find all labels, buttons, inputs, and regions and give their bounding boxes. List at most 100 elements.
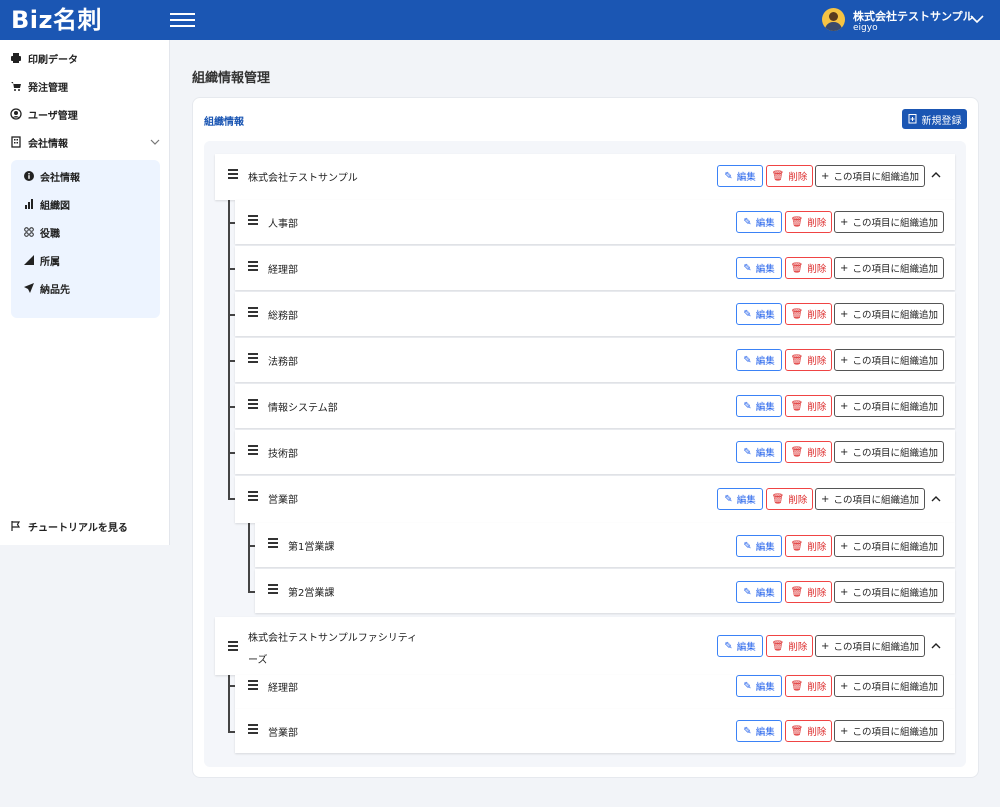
avatar[interactable] [822, 8, 845, 31]
edit-button[interactable]: ✎ 編集 [736, 349, 782, 371]
pencil-icon: ✎ [743, 680, 752, 692]
chevron-down-icon[interactable] [970, 13, 984, 25]
submenu-item-org-chart[interactable]: 組織図 [24, 196, 70, 212]
trash-icon: 🗑 [790, 680, 804, 692]
chevron-down-icon[interactable] [150, 138, 160, 146]
add-child-button[interactable]: + この項目に組織追加 [815, 635, 925, 657]
app-logo[interactable]: Biz名刺 [11, 5, 102, 35]
org-row: 技術部 ✎ 編集 🗑 削除 + この項目に組織追加 [235, 430, 955, 474]
chevron-up-icon[interactable] [931, 171, 941, 179]
edit-button[interactable]: ✎ 編集 [736, 535, 782, 557]
delete-button[interactable]: 🗑 削除 [785, 720, 832, 742]
add-child-button[interactable]: + この項目に組織追加 [834, 395, 944, 417]
submenu-item-company-info[interactable]: 会社情報 [24, 168, 80, 184]
plus-icon: + [840, 216, 849, 228]
delete-button[interactable]: 🗑 削除 [785, 303, 832, 325]
chevron-up-icon[interactable] [931, 642, 941, 650]
edit-button[interactable]: ✎ 編集 [736, 211, 782, 233]
drag-handle-icon[interactable] [248, 399, 258, 409]
menu-toggle-icon[interactable] [170, 12, 195, 28]
plus-icon: + [840, 586, 849, 598]
add-document-icon [908, 114, 916, 124]
trash-icon: 🗑 [771, 170, 785, 182]
pencil-icon: ✎ [743, 400, 752, 412]
delete-button[interactable]: 🗑 削除 [785, 395, 832, 417]
drag-handle-icon[interactable] [228, 641, 238, 651]
edit-button[interactable]: ✎ 編集 [717, 165, 763, 187]
drag-handle-icon[interactable] [248, 491, 258, 501]
org-row: 経理部 ✎ 編集 🗑 削除 + この項目に組織追加 [235, 675, 955, 709]
drag-handle-icon[interactable] [248, 724, 258, 734]
chevron-up-icon[interactable] [931, 495, 941, 503]
edit-button[interactable]: ✎ 編集 [736, 257, 782, 279]
edit-button[interactable]: ✎ 編集 [717, 488, 763, 510]
delete-button[interactable]: 🗑 削除 [785, 441, 832, 463]
delete-button[interactable]: 🗑 削除 [785, 581, 832, 603]
drag-handle-icon[interactable] [248, 307, 258, 317]
trash-icon: 🗑 [790, 354, 804, 366]
plus-icon: + [840, 725, 849, 737]
sidebar-item-label: 印刷データ [28, 54, 78, 66]
add-child-button[interactable]: + この項目に組織追加 [834, 303, 944, 325]
add-child-button[interactable]: + この項目に組織追加 [834, 349, 944, 371]
drag-handle-icon[interactable] [248, 215, 258, 225]
sidebar: 印刷データ 発注管理 ユーザ管理 会社情報 会社情報 組織図 役職 所属 納品先… [0, 40, 170, 545]
sidebar-item-users[interactable]: ユーザ管理 [10, 105, 78, 123]
new-register-button[interactable]: 新規登録 [902, 109, 967, 129]
submenu-item-positions[interactable]: 役職 [24, 224, 60, 240]
sidebar-item-print-data[interactable]: 印刷データ [10, 49, 78, 67]
add-child-button[interactable]: + この項目に組織追加 [815, 165, 925, 187]
edit-button[interactable]: ✎ 編集 [717, 635, 763, 657]
drag-handle-icon[interactable] [248, 353, 258, 363]
add-child-button[interactable]: + この項目に組織追加 [834, 211, 944, 233]
user-id: eigyo [853, 23, 878, 33]
add-child-button[interactable]: + この項目に組織追加 [834, 257, 944, 279]
add-child-button[interactable]: + この項目に組織追加 [834, 535, 944, 557]
edit-button[interactable]: ✎ 編集 [736, 720, 782, 742]
delete-button[interactable]: 🗑 削除 [785, 257, 832, 279]
sidebar-item-orders[interactable]: 発注管理 [10, 77, 68, 95]
add-child-button[interactable]: + この項目に組織追加 [834, 720, 944, 742]
drag-handle-icon[interactable] [248, 445, 258, 455]
add-child-button[interactable]: + この項目に組織追加 [834, 675, 944, 697]
org-row: 総務部 ✎ 編集 🗑 削除 + この項目に組織追加 [235, 292, 955, 336]
org-name: 経理部 [268, 683, 298, 694]
org-row: 人事部 ✎ 編集 🗑 削除 + この項目に組織追加 [235, 200, 955, 244]
delete-button[interactable]: 🗑 削除 [785, 211, 832, 233]
drag-handle-icon[interactable] [268, 538, 278, 548]
submenu-item-affiliation[interactable]: 所属 [24, 252, 60, 268]
sidebar-item-company[interactable]: 会社情報 [10, 133, 68, 151]
org-name: 経理部 [268, 265, 298, 276]
drag-handle-icon[interactable] [228, 169, 238, 179]
org-name: 情報システム部 [268, 403, 338, 414]
add-child-button[interactable]: + この項目に組織追加 [815, 488, 925, 510]
tutorial-link[interactable]: チュートリアルを見る [10, 517, 128, 535]
edit-button[interactable]: ✎ 編集 [736, 441, 782, 463]
edit-button[interactable]: ✎ 編集 [736, 581, 782, 603]
add-child-button[interactable]: + この項目に組織追加 [834, 581, 944, 603]
add-child-button[interactable]: + この項目に組織追加 [834, 441, 944, 463]
plus-icon: + [821, 493, 830, 505]
delete-button[interactable]: 🗑 削除 [766, 488, 813, 510]
edit-button[interactable]: ✎ 編集 [736, 675, 782, 697]
org-row: 営業部 ✎ 編集 🗑 削除 + この項目に組織追加 [235, 709, 955, 753]
delete-button[interactable]: 🗑 削除 [785, 675, 832, 697]
pencil-icon: ✎ [743, 446, 752, 458]
tree-connector [248, 523, 250, 592]
building-icon [11, 136, 21, 148]
plus-icon: + [840, 446, 849, 458]
delete-button[interactable]: 🗑 削除 [785, 349, 832, 371]
delete-button[interactable]: 🗑 削除 [785, 535, 832, 557]
drag-handle-icon[interactable] [268, 584, 278, 594]
org-name: 株式会社テストサンプルファシリティ ーズ [248, 633, 418, 666]
edit-button[interactable]: ✎ 編集 [736, 303, 782, 325]
tree-connector [228, 200, 230, 499]
submenu-item-delivery[interactable]: 納品先 [24, 280, 70, 296]
delete-button[interactable]: 🗑 削除 [766, 635, 813, 657]
trash-icon: 🗑 [771, 640, 785, 652]
delete-button[interactable]: 🗑 削除 [766, 165, 813, 187]
drag-handle-icon[interactable] [248, 261, 258, 271]
tree-connector [228, 675, 230, 731]
drag-handle-icon[interactable] [248, 680, 258, 690]
edit-button[interactable]: ✎ 編集 [736, 395, 782, 417]
